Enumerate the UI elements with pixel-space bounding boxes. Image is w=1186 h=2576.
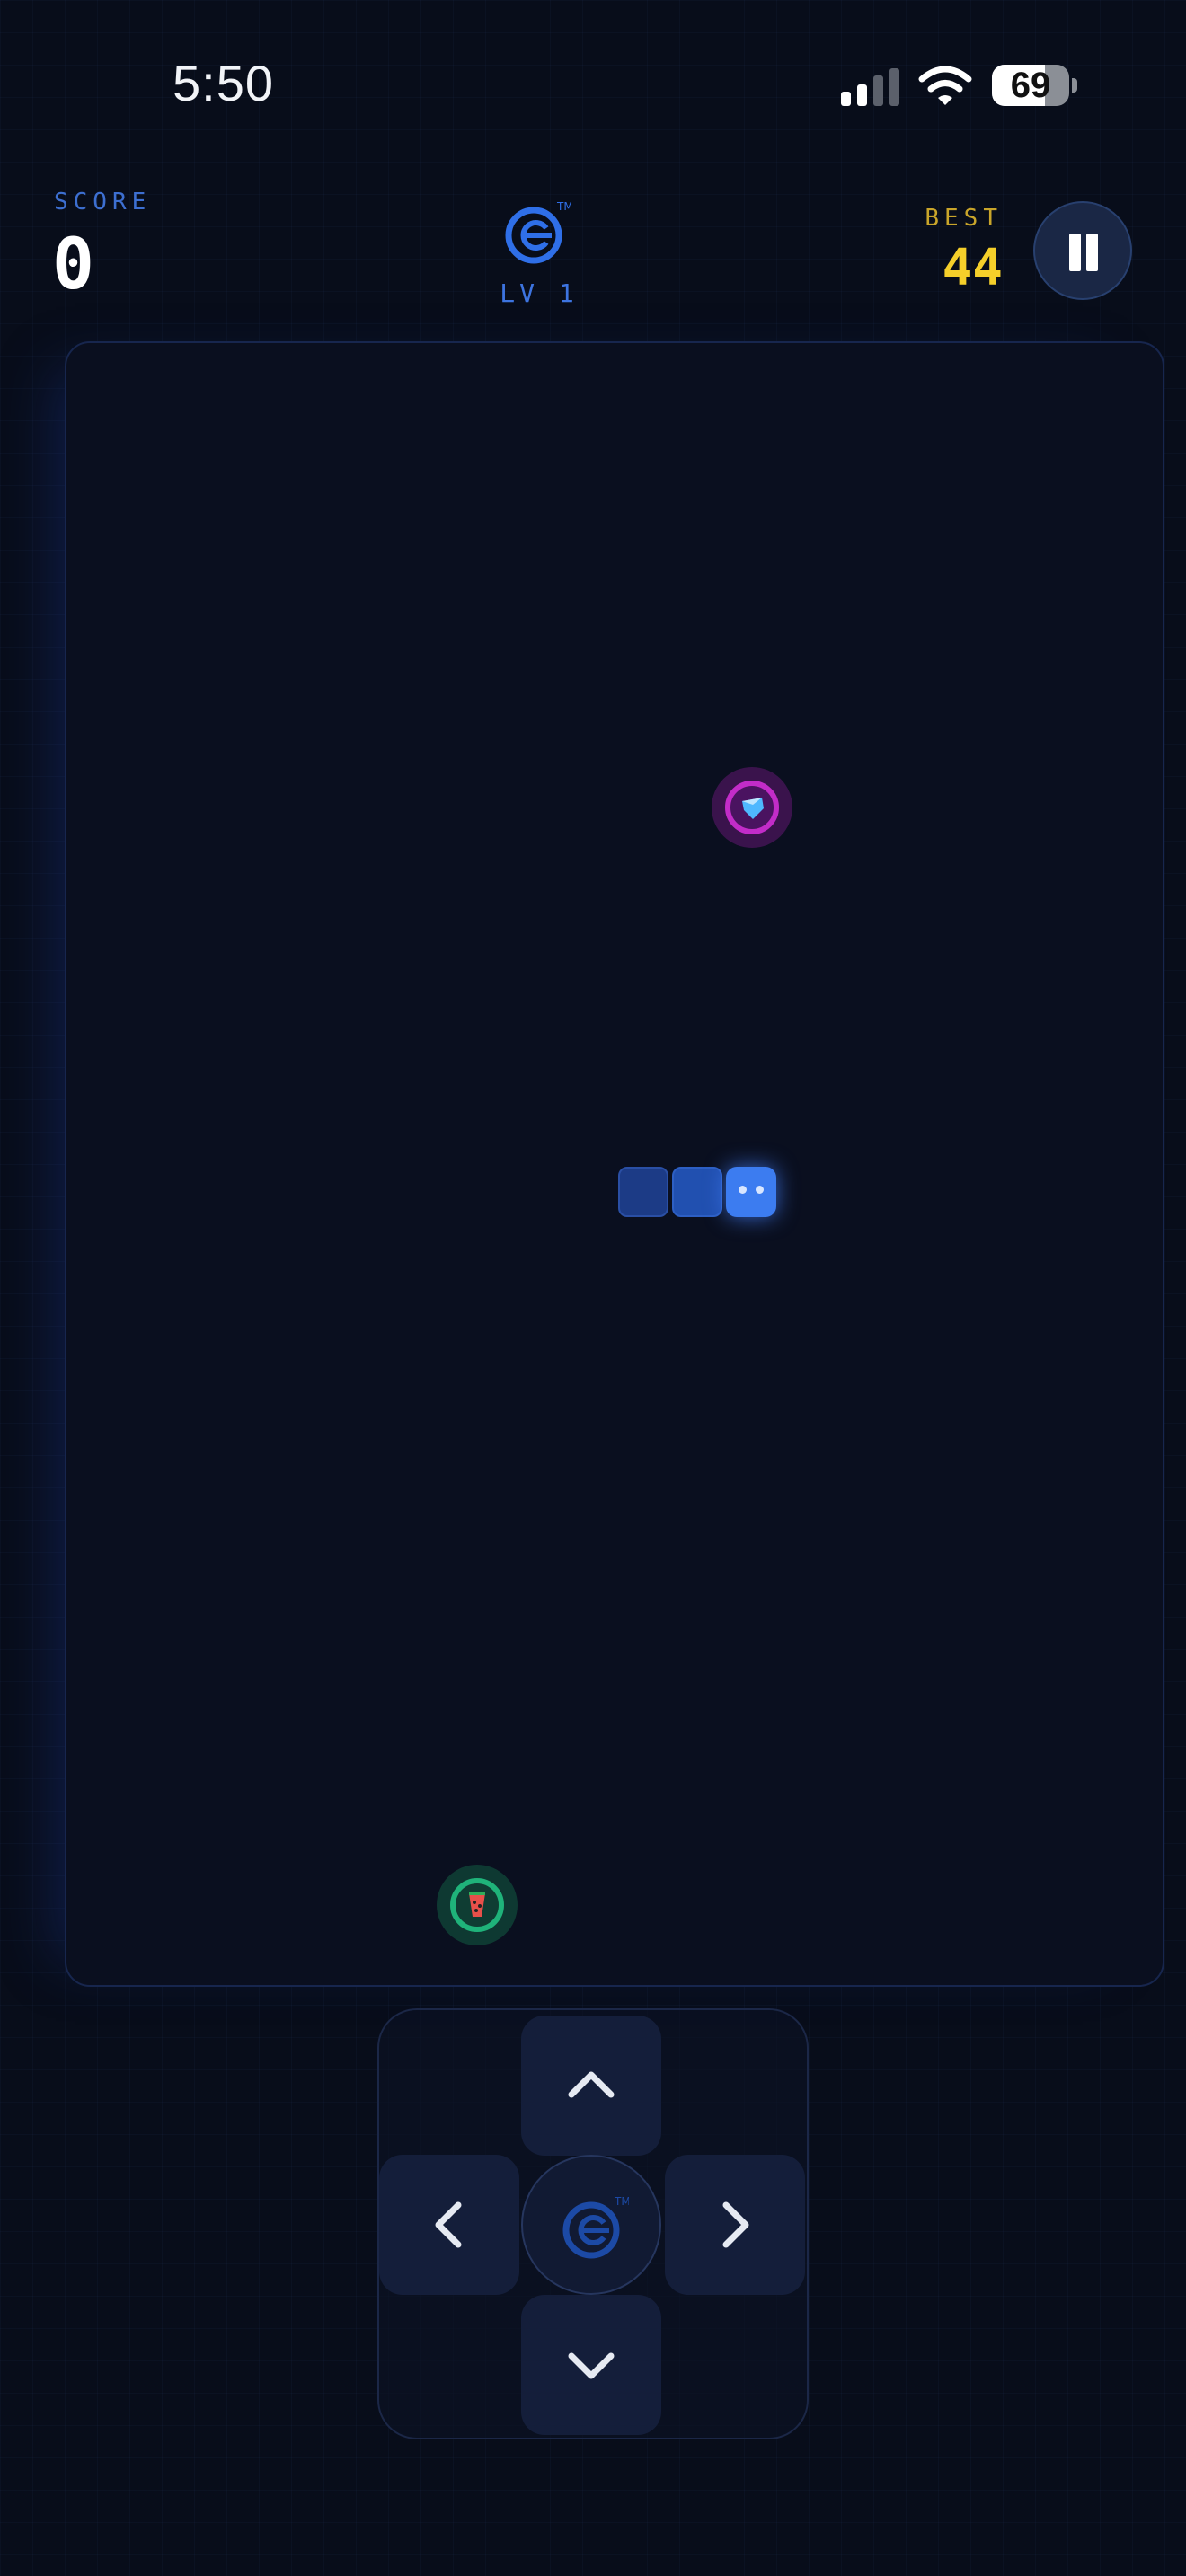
snake-eye xyxy=(756,1186,764,1194)
chevron-down-icon xyxy=(568,2352,615,2379)
svg-text:TM: TM xyxy=(556,200,571,213)
center-logo-button[interactable]: TM xyxy=(521,2155,661,2295)
score-value: 0 xyxy=(52,225,94,305)
left-button[interactable] xyxy=(379,2155,519,2295)
svg-text:TM: TM xyxy=(614,2195,629,2208)
up-button[interactable] xyxy=(521,2016,661,2156)
brand-logo-icon: TM xyxy=(562,2195,629,2259)
battery-icon: 69 xyxy=(992,65,1077,108)
chevron-up-icon xyxy=(568,2071,615,2098)
battery-percent: 69 xyxy=(1010,66,1051,105)
snake-eye xyxy=(739,1186,747,1194)
right-button[interactable] xyxy=(665,2155,805,2295)
chevron-right-icon xyxy=(722,2201,749,2248)
pause-icon xyxy=(1069,234,1081,271)
best-label: BEST xyxy=(925,205,1003,232)
chevron-left-icon xyxy=(435,2201,462,2248)
watermelon-icon xyxy=(437,1865,518,1945)
snake-head xyxy=(726,1167,776,1217)
down-button[interactable] xyxy=(521,2295,661,2435)
watermelon-food xyxy=(437,1865,518,1945)
level-label: LV 1 xyxy=(500,278,579,308)
status-time: 5:50 xyxy=(173,55,274,111)
pause-button[interactable] xyxy=(1033,201,1132,300)
cellular-signal-icon xyxy=(841,66,900,106)
brand-logo-icon: TM xyxy=(500,196,573,268)
snake-body-segment xyxy=(672,1167,722,1217)
score-label: SCORE xyxy=(54,189,152,216)
wifi-icon xyxy=(918,65,972,108)
gem-food xyxy=(712,767,792,848)
gem-icon xyxy=(712,767,792,848)
best-value: 44 xyxy=(942,239,1003,297)
snake-body-segment xyxy=(618,1167,668,1217)
game-board[interactable] xyxy=(65,341,1164,1987)
